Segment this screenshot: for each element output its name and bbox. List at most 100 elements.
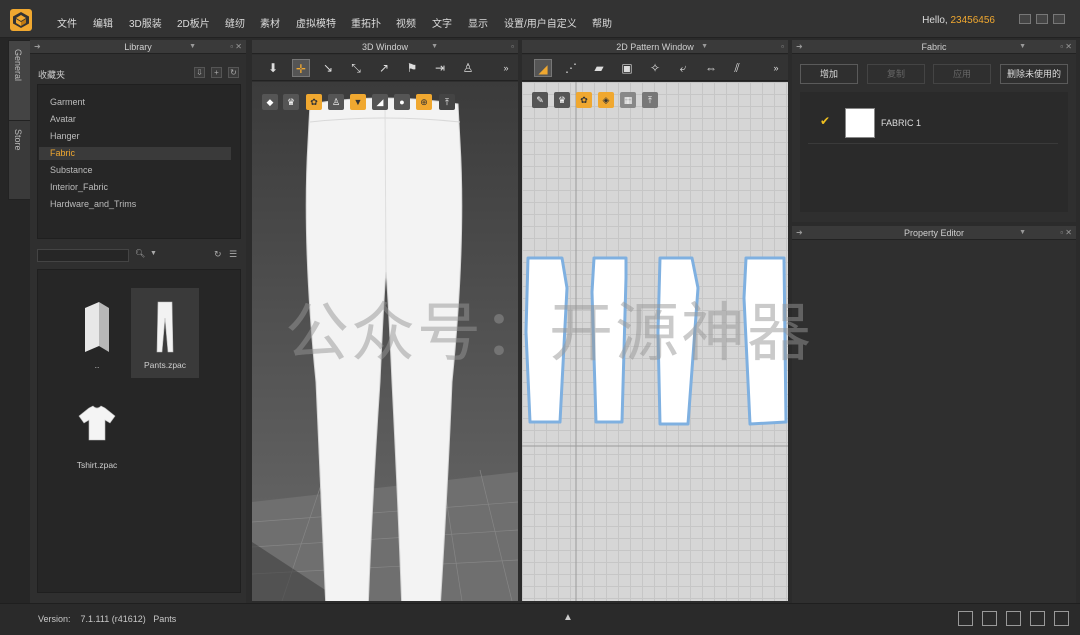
file-item-pants[interactable]: Pants.zpac [131, 288, 199, 378]
refresh-icon[interactable]: ↻ [214, 249, 222, 260]
internal-line-icon[interactable]: ✧ [646, 59, 664, 77]
tab-general[interactable]: General [8, 40, 30, 122]
search-icon[interactable]: 🔍︎ [135, 249, 145, 258]
chevron-down-icon[interactable]: ▼ [1019, 40, 1026, 54]
maximize-button[interactable] [1036, 14, 1048, 24]
refresh-icon[interactable]: ↻ [228, 67, 239, 78]
file-item-parent[interactable]: .. [63, 288, 131, 378]
menu-retopology[interactable]: 重拓扑 [351, 15, 381, 30]
garment-view-icon[interactable]: ▼ [350, 94, 366, 110]
transform-pattern-icon[interactable]: ◢ [534, 59, 552, 77]
add-fabric-button[interactable]: 增加 [800, 64, 858, 84]
delete-unused-button[interactable]: 删除未使用的 [1000, 64, 1068, 84]
chevron-down-icon[interactable]: ▼ [189, 40, 196, 54]
transform-icon[interactable]: ✛ [292, 59, 310, 77]
layout-three-icon[interactable] [1006, 611, 1021, 626]
panel-float-icon[interactable]: ▫ [781, 40, 784, 54]
garment-outline-icon[interactable]: ♛ [554, 92, 570, 108]
shading-2d-icon[interactable]: ▦ [620, 92, 636, 108]
add-icon[interactable]: + [211, 67, 222, 78]
tree-item-hanger[interactable]: Hanger [39, 130, 231, 143]
select-mesh-icon[interactable]: ↘ [319, 59, 337, 77]
polygon-icon[interactable]: ▰ [590, 59, 608, 77]
copy-fabric-button[interactable]: 复制 [867, 64, 925, 84]
tab-store[interactable]: Store [8, 120, 30, 200]
rectangle-icon[interactable]: ▣ [618, 59, 636, 77]
expand-toolbar-icon[interactable]: » [497, 59, 515, 77]
chevron-down-icon[interactable]: ▼ [431, 40, 438, 54]
menu-sewing[interactable]: 缝纫 [225, 15, 245, 30]
tree-item-hardware-and-trims[interactable]: Hardware_and_Trims [39, 198, 231, 211]
menu-avatar[interactable]: 虚拟模特 [296, 15, 336, 30]
pattern-display-icon[interactable]: ✎ [532, 92, 548, 108]
tree-item-fabric[interactable]: Fabric [39, 147, 231, 160]
layout-single-icon[interactable] [958, 611, 973, 626]
shading-icon[interactable]: ◢ [372, 94, 388, 110]
avatar-silhouette-icon[interactable]: ● [394, 94, 410, 110]
expand-up-icon[interactable]: ▲ [563, 612, 573, 623]
fabric-2d-icon[interactable]: ◈ [598, 92, 614, 108]
2d-pattern-window-panel: 2D Pattern Window ▼ ▫ ◢ ⋰ ▰ ▣ ✧ ⤶ ⇔ ⫽ » … [522, 40, 788, 601]
menu-display[interactable]: 显示 [468, 15, 488, 30]
panel-float-close-icon[interactable]: ▫ ✕ [1060, 40, 1072, 54]
pin-tool-icon[interactable]: ↗ [375, 59, 393, 77]
edit-pattern-icon[interactable]: ⋰ [562, 59, 580, 77]
menu-video[interactable]: 视频 [396, 15, 416, 30]
texture-display-icon[interactable]: ✿ [306, 94, 322, 110]
fabric-list-item[interactable]: ✔ FABRIC 1 [808, 104, 1058, 144]
library-panel: ➜ Library ▼ ▫ ✕ 收藏夹 ⇩ + ↻ Garment Avatar… [30, 40, 246, 603]
garment-display-icon[interactable]: ♛ [283, 94, 299, 110]
menu-2d-pattern[interactable]: 2D板片 [177, 15, 210, 30]
render-mode-icon[interactable]: ◆ [262, 94, 278, 110]
menu-3d-garment[interactable]: 3D服装 [129, 15, 162, 30]
library-tree: Garment Avatar Hanger Fabric Substance I… [37, 84, 241, 239]
chevron-down-icon[interactable]: ▼ [701, 40, 708, 54]
avatar-display-icon[interactable]: ♙ [328, 94, 344, 110]
panel-float-close-icon[interactable]: ▫ ✕ [230, 40, 242, 54]
select-move-icon[interactable]: ⬇ [264, 59, 282, 77]
expand-toolbar-icon[interactable]: » [767, 59, 785, 77]
layout-quad-icon[interactable] [1030, 611, 1045, 626]
texture-2d-icon[interactable]: ✿ [576, 92, 592, 108]
menu-text[interactable]: 文字 [432, 15, 452, 30]
menu-materials[interactable]: 素材 [260, 15, 280, 30]
menu-edit[interactable]: 编辑 [93, 15, 113, 30]
app-logo-icon[interactable] [10, 9, 32, 31]
download-icon[interactable]: ⇩ [194, 67, 205, 78]
dart-icon[interactable]: ⤶ [674, 59, 692, 77]
layout-split-icon[interactable] [982, 611, 997, 626]
topstitch-icon[interactable]: ⫽ [728, 59, 746, 77]
search-dropdown-icon[interactable]: ▼ [150, 250, 157, 257]
pin-icon[interactable]: ➜ [796, 40, 803, 54]
2d-pattern-viewport[interactable]: ✎ ♛ ✿ ◈ ▦ ⤒ [522, 82, 788, 601]
panel-float-close-icon[interactable]: ▫ ✕ [1060, 226, 1072, 240]
file-item-tshirt[interactable]: Tshirt.zpac [63, 388, 131, 478]
layout-custom-icon[interactable] [1054, 611, 1069, 626]
tree-item-avatar[interactable]: Avatar [39, 113, 231, 126]
avatar-tool-icon[interactable]: ♙ [459, 59, 477, 77]
username[interactable]: 23456456 [951, 15, 996, 26]
tree-item-garment[interactable]: Garment [39, 96, 231, 109]
menu-file[interactable]: 文件 [57, 15, 77, 30]
tree-item-interior-fabric[interactable]: Interior_Fabric [39, 181, 231, 194]
garment-tool-icon[interactable]: ⚑ [403, 59, 421, 77]
pin-icon[interactable]: ➜ [796, 226, 803, 240]
3d-viewport[interactable]: ◆ ♛ ✿ ♙ ▼ ◢ ● ⊕ ⤒ [252, 82, 518, 601]
tree-item-substance[interactable]: Substance [39, 164, 231, 177]
panel-float-icon[interactable]: ▫ [511, 40, 514, 54]
apply-fabric-button[interactable]: 应用 [933, 64, 991, 84]
chevron-down-icon[interactable]: ▼ [1019, 226, 1026, 240]
tack-icon[interactable]: ⇥ [431, 59, 449, 77]
library-search-input[interactable] [37, 249, 129, 262]
pin-icon[interactable]: ➜ [34, 40, 41, 54]
menu-settings[interactable]: 设置/用户自定义 [504, 15, 577, 30]
minimize-button[interactable] [1019, 14, 1031, 24]
list-view-icon[interactable]: ☰ [229, 249, 237, 260]
globe-icon[interactable]: ⊕ [416, 94, 432, 110]
export-icon[interactable]: ⤒ [439, 94, 455, 110]
export-2d-icon[interactable]: ⤒ [642, 92, 658, 108]
segment-sewing-icon[interactable]: ⇔ [702, 59, 720, 77]
menu-help[interactable]: 帮助 [592, 15, 612, 30]
fold-arrange-icon[interactable]: ⤡ [347, 59, 365, 77]
close-button[interactable] [1053, 14, 1065, 24]
